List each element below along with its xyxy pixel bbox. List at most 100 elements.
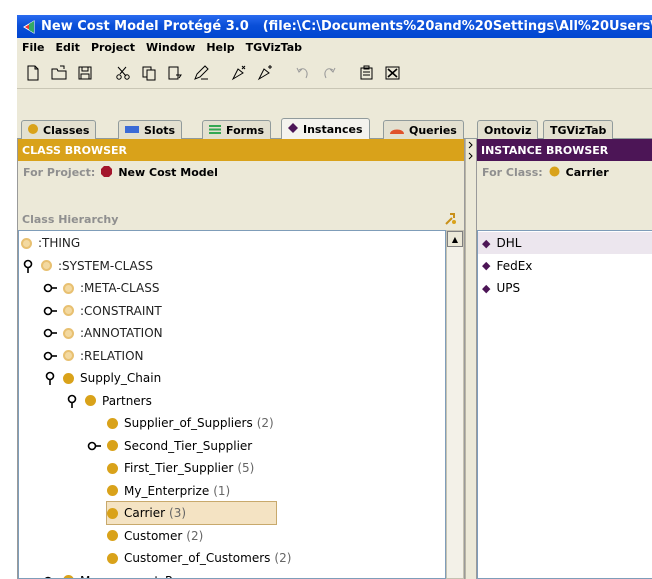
- class-icon: [549, 166, 560, 180]
- collapsed-handle-icon[interactable]: [43, 304, 57, 318]
- instance-icon: [288, 123, 298, 136]
- instance-count: (2): [274, 551, 292, 565]
- class-icon: [107, 485, 118, 496]
- class-icon: [63, 575, 74, 578]
- paste-icon[interactable]: [163, 61, 187, 85]
- delete-icon[interactable]: [381, 61, 405, 85]
- class-icon: [85, 395, 96, 406]
- collapsed-handle-icon[interactable]: [87, 439, 101, 453]
- hierarchy-search-icon[interactable]: [444, 212, 458, 229]
- tree-node[interactable]: My_Enterprize (1): [107, 480, 230, 502]
- menu-help[interactable]: Help: [201, 38, 240, 57]
- insert-alt-icon[interactable]: [253, 61, 277, 85]
- tree-node-label: :SYSTEM-CLASS: [58, 258, 153, 273]
- instance-item[interactable]: ◆ DHL: [478, 232, 652, 254]
- collapsed-handle-icon[interactable]: [43, 326, 57, 340]
- insert-icon[interactable]: [227, 61, 251, 85]
- class-tree[interactable]: :THING :SYSTEM-CLASS :META-CLASS:CONSTRAIN…: [18, 230, 446, 579]
- class-icon: [107, 462, 118, 474]
- menu-tgviztab[interactable]: TGVizTab: [241, 38, 308, 57]
- tab-queries[interactable]: Queries: [383, 120, 464, 139]
- tree-node[interactable]: Customer (2): [107, 525, 203, 547]
- tree-node[interactable]: Supplier_of_Suppliers (2): [107, 412, 274, 434]
- tree-node-label: Supplier_of_Suppliers: [124, 416, 253, 430]
- tab-queries-label: Queries: [409, 123, 457, 137]
- instance-count: (1): [213, 483, 231, 498]
- tree-node[interactable]: :THING: [21, 232, 80, 254]
- tree-node[interactable]: :META-CLASS: [43, 277, 159, 299]
- tree-node[interactable]: Management_Processes: [43, 570, 224, 579]
- tree-node-label: Management_Processes: [80, 574, 224, 579]
- expanded-handle-icon[interactable]: [21, 259, 35, 273]
- tree-node-label: Second_Tier_Supplier: [124, 438, 253, 453]
- instance-list[interactable]: ◆ DHL ◆ FedEx ◆ UPS: [477, 230, 652, 579]
- redo-icon[interactable]: [317, 61, 341, 85]
- instance-icon: ◆: [482, 259, 491, 272]
- tab-slots[interactable]: Slots: [118, 120, 183, 139]
- tree-node-label: Customer_of_Customers: [124, 551, 271, 565]
- menu-file[interactable]: File: [17, 38, 51, 57]
- tab-instances-label: Instances: [303, 123, 363, 136]
- tab-slots-label: Slots: [144, 123, 176, 137]
- title-bar[interactable]: New Cost Model Protégé 3.0 (file:\C:\Doc…: [17, 15, 652, 38]
- for-project-row: For Project: New Cost Model: [18, 161, 464, 184]
- panel-splitter[interactable]: [465, 139, 476, 579]
- instance-icon: ◆: [482, 281, 491, 295]
- project-icon: [101, 165, 113, 180]
- tree-node-label: Partners: [102, 393, 152, 408]
- copy-icon[interactable]: [137, 61, 161, 85]
- collapsed-handle-icon[interactable]: [43, 574, 57, 578]
- undo-icon[interactable]: [291, 61, 315, 85]
- tree-node[interactable]: Partners: [65, 390, 152, 412]
- instance-label: FedEx: [496, 258, 533, 273]
- tree-node-label: Carrier: [124, 506, 166, 520]
- scroll-up-arrow-icon[interactable]: ▲: [447, 231, 463, 247]
- for-project-label: For Project:: [23, 166, 96, 179]
- collapsed-handle-icon[interactable]: [43, 349, 57, 363]
- protege-window: New Cost Model Protégé 3.0 (file:\C:\Doc…: [17, 15, 652, 579]
- clipboard-icon[interactable]: [355, 61, 379, 85]
- tab-ontoviz[interactable]: Ontoviz: [477, 120, 539, 139]
- tree-node-label: :ANNOTATION: [80, 326, 163, 340]
- tree-node[interactable]: Second_Tier_Supplier: [87, 435, 252, 457]
- window-file-path: (file:\C:\Documents%20and%20Settings\All…: [262, 19, 652, 34]
- menu-project[interactable]: Project: [86, 38, 141, 57]
- tab-tgviztab[interactable]: TGVizTab: [543, 120, 614, 139]
- menu-edit[interactable]: Edit: [51, 38, 86, 57]
- class-tree-scrollbar[interactable]: ▲: [446, 230, 464, 579]
- instance-browser-header: INSTANCE BROWSER: [477, 139, 652, 161]
- query-icon: [390, 124, 404, 137]
- tab-forms[interactable]: Forms: [202, 120, 272, 139]
- toolbar: [17, 57, 652, 89]
- slot-icon: [125, 124, 139, 137]
- class-browser-header: CLASS BROWSER: [18, 139, 464, 161]
- tree-node[interactable]: Customer_of_Customers (2): [107, 547, 291, 569]
- tree-node[interactable]: :RELATION: [43, 345, 144, 367]
- pencil-icon[interactable]: [189, 61, 213, 85]
- expanded-handle-icon[interactable]: [65, 394, 79, 408]
- tree-node[interactable]: :CONSTRAINT: [43, 300, 162, 322]
- system-class-icon: [21, 237, 32, 249]
- instance-item[interactable]: ◆ FedEx: [478, 255, 652, 277]
- instance-item[interactable]: ◆ UPS: [478, 277, 652, 299]
- menu-bar: File Edit Project Window Help TGVizTab: [17, 38, 652, 57]
- tab-instances[interactable]: Instances: [281, 118, 370, 140]
- expanded-handle-icon[interactable]: [43, 371, 57, 385]
- system-class-icon: [41, 260, 52, 271]
- collapsed-handle-icon[interactable]: [43, 281, 57, 295]
- save-icon[interactable]: [73, 61, 97, 85]
- tree-node[interactable]: First_Tier_Supplier (5): [107, 457, 254, 479]
- instance-label: DHL: [496, 236, 522, 250]
- tree-node[interactable]: Supply_Chain: [43, 367, 161, 389]
- tab-classes[interactable]: Classes: [21, 120, 97, 139]
- cut-icon[interactable]: [111, 61, 135, 85]
- tree-node[interactable]: :SYSTEM-CLASS: [21, 255, 153, 277]
- tab-ontoviz-label: Ontoviz: [484, 123, 532, 137]
- menu-window[interactable]: Window: [141, 38, 201, 57]
- tree-node-label: Customer: [124, 528, 183, 543]
- new-file-icon[interactable]: [21, 61, 45, 85]
- open-folder-icon[interactable]: [47, 61, 71, 85]
- instance-count: (2): [186, 528, 204, 543]
- tree-node-selected[interactable]: Carrier (3): [105, 501, 278, 525]
- tree-node[interactable]: :ANNOTATION: [43, 322, 163, 344]
